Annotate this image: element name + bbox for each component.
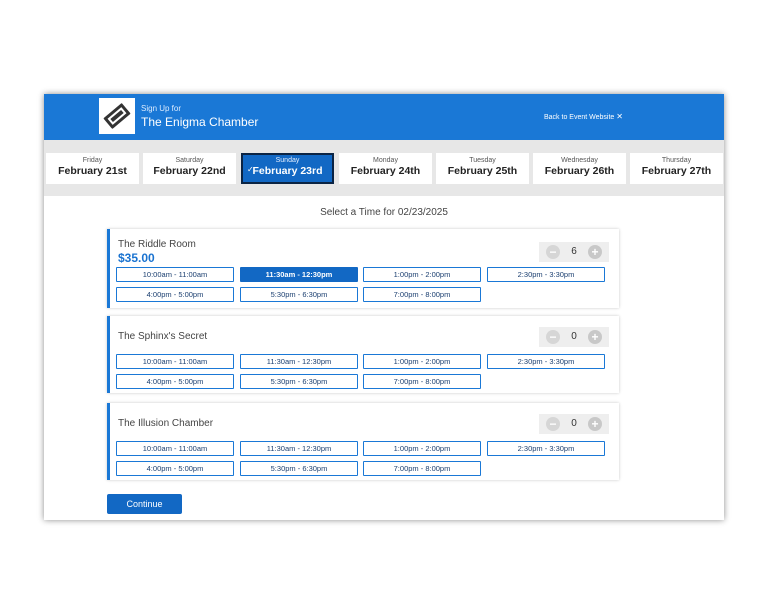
date-tab-dow: Monday (373, 157, 398, 164)
header-bar: Sign Up for The Enigma Chamber Back to E… (44, 94, 724, 140)
room-card-sphinx-secret: The Sphinx's Secret − 0 + 10:00am - 11:0… (107, 316, 619, 393)
time-slot[interactable]: 5:30pm - 6:30pm (240, 287, 358, 302)
time-slot[interactable]: 11:30am - 12:30pm (240, 441, 358, 456)
signup-window: Sign Up for The Enigma Chamber Back to E… (44, 94, 724, 520)
time-slot[interactable]: 5:30pm - 6:30pm (240, 374, 358, 389)
date-tab-dow: Tuesday (469, 157, 496, 164)
room-price: $35.00 (118, 251, 155, 265)
date-tab-monday[interactable]: Monday February 24th (339, 153, 432, 184)
time-slot[interactable]: 7:00pm - 8:00pm (363, 374, 481, 389)
time-slot[interactable]: 10:00am - 11:00am (116, 267, 234, 282)
time-slot-selected[interactable]: 11:30am - 12:30pm (240, 267, 358, 282)
date-tab-saturday[interactable]: Saturday February 22nd (143, 153, 236, 184)
date-tab-date: February 23rd (252, 165, 323, 177)
date-tab-dow: Saturday (175, 157, 204, 164)
checkmark-icon: ✓ (247, 165, 254, 174)
plus-icon[interactable]: + (588, 330, 602, 344)
date-tab-date: February 24th (350, 165, 421, 177)
plus-icon[interactable]: + (588, 245, 602, 259)
date-tab-date: February 26th (544, 165, 615, 177)
close-icon: ✕ (616, 112, 623, 121)
time-slot[interactable]: 4:00pm - 5:00pm (116, 287, 234, 302)
quantity-stepper: − 0 + (539, 414, 609, 434)
time-slot[interactable]: 7:00pm - 8:00pm (363, 461, 481, 476)
date-tab-dow: Friday (82, 157, 103, 164)
plus-icon[interactable]: + (588, 417, 602, 431)
time-slot[interactable]: 7:00pm - 8:00pm (363, 287, 481, 302)
back-link-label: Back to Event Website (544, 114, 615, 121)
date-tab-date: February 22nd (153, 165, 226, 177)
date-tab-tuesday[interactable]: Tuesday February 25th (436, 153, 529, 184)
back-to-event-link[interactable]: Back to Event Website ✕ (544, 112, 623, 121)
room-card-illusion-chamber: The Illusion Chamber − 0 + 10:00am - 11:… (107, 403, 619, 480)
date-tab-sunday[interactable]: ✓ Sunday February 23rd (241, 153, 334, 184)
time-slot[interactable]: 10:00am - 11:00am (116, 354, 234, 369)
time-slot[interactable]: 10:00am - 11:00am (116, 441, 234, 456)
quantity-stepper: − 0 + (539, 327, 609, 347)
time-slot[interactable]: 5:30pm - 6:30pm (240, 461, 358, 476)
date-selector: Friday February 21st Saturday February 2… (44, 140, 724, 196)
continue-button[interactable]: Continue (107, 494, 182, 514)
date-tab-date: February 25th (447, 165, 518, 177)
date-tab-date: February 21st (58, 165, 127, 177)
time-slot[interactable]: 2:30pm - 3:30pm (487, 441, 605, 456)
time-slot[interactable]: 4:00pm - 5:00pm (116, 461, 234, 476)
signup-label: Sign Up for (141, 104, 182, 113)
date-tab-dow: Sunday (275, 157, 300, 164)
date-tab-dow: Wednesday (561, 157, 598, 164)
event-title: The Enigma Chamber (141, 115, 259, 129)
date-tab-dow: Thursday (661, 157, 692, 164)
quantity-stepper: − 6 + (539, 242, 609, 262)
time-slot[interactable]: 1:00pm - 2:00pm (363, 441, 481, 456)
room-name: The Riddle Room (118, 239, 196, 250)
room-name: The Sphinx's Secret (118, 331, 208, 342)
time-slot[interactable]: 1:00pm - 2:00pm (363, 354, 481, 369)
select-time-heading: Select a Time for 02/23/2025 (320, 207, 448, 218)
time-slot[interactable]: 4:00pm - 5:00pm (116, 374, 234, 389)
ticket-icon (99, 98, 135, 134)
time-slot[interactable]: 2:30pm - 3:30pm (487, 267, 605, 282)
room-card-riddle-room: The Riddle Room $35.00 − 6 + 10:00am - 1… (107, 229, 619, 308)
time-slot[interactable]: 2:30pm - 3:30pm (487, 354, 605, 369)
time-slot[interactable]: 11:30am - 12:30pm (240, 354, 358, 369)
room-name: The Illusion Chamber (118, 418, 214, 429)
date-tab-date: February 27th (641, 165, 712, 177)
date-tab-thursday[interactable]: Thursday February 27th (630, 153, 723, 184)
date-tab-friday[interactable]: Friday February 21st (46, 153, 139, 184)
time-slot[interactable]: 1:00pm - 2:00pm (363, 267, 481, 282)
date-tab-wednesday[interactable]: Wednesday February 26th (533, 153, 626, 184)
